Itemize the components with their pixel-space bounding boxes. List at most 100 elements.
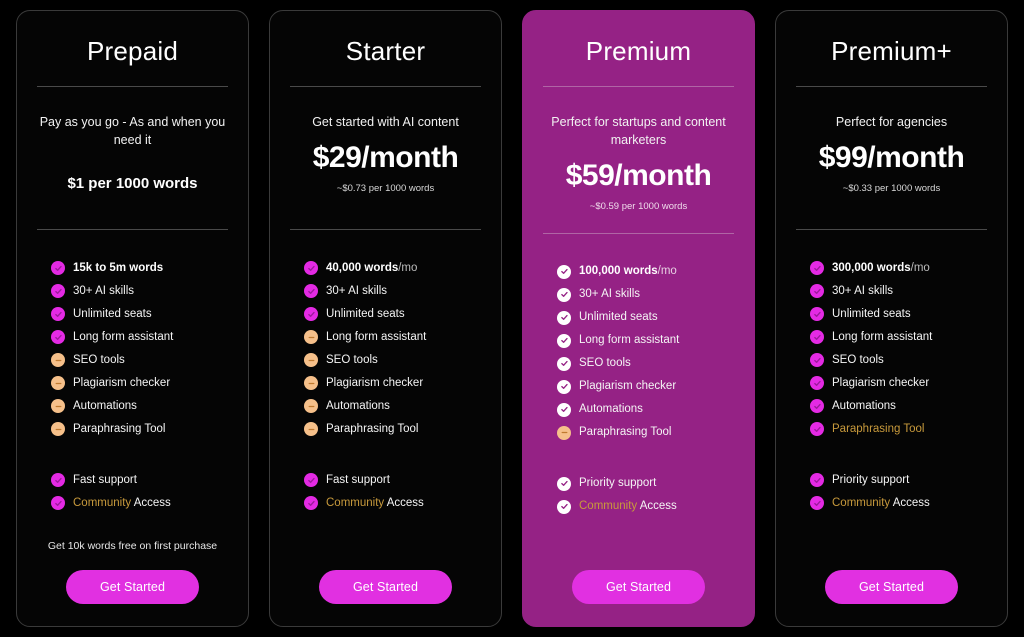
check-icon	[51, 496, 65, 510]
feature-item: Automations	[51, 398, 230, 414]
feature-item: Paraphrasing Tool	[810, 421, 989, 437]
check-icon	[810, 496, 824, 510]
feature-item-label: Long form assistant	[73, 330, 174, 343]
feature-item-label: Automations	[579, 403, 643, 416]
plan-card-prepaid[interactable]: Prepaid Pay as you go - As and when you n…	[16, 10, 249, 627]
feature-item: Long form assistant	[810, 329, 989, 345]
feature-item-label: SEO tools	[326, 353, 378, 366]
feature-item-label: Plagiarism checker	[73, 376, 171, 389]
check-icon	[810, 376, 824, 390]
minus-icon	[51, 376, 65, 390]
feature-item-label: Paraphrasing Tool	[326, 422, 419, 435]
minus-icon	[304, 376, 318, 390]
minus-icon	[304, 330, 318, 344]
feature-item-label: Automations	[832, 399, 896, 412]
feature-item-label: Unlimited seats	[579, 311, 658, 324]
plan-title: Premium	[585, 36, 692, 66]
plan-header: Premium Perfect for startups and content …	[541, 31, 736, 213]
feature-item: SEO tools	[557, 356, 736, 372]
plan-header: Starter Get started with AI content $29/mo…	[288, 31, 483, 209]
plan-cta-wrapper: Get Started	[541, 570, 736, 608]
plan-cta-wrapper: Get Started	[35, 570, 230, 608]
check-icon	[51, 284, 65, 298]
feature-item-label: SEO tools	[73, 353, 125, 366]
get-started-button[interactable]: Get Started	[65, 570, 200, 604]
plan-title: Prepaid	[86, 36, 179, 66]
plan-support-list: Fast support Community Access	[288, 472, 483, 518]
feature-item-label: Paraphrasing Tool	[832, 422, 925, 435]
get-started-button[interactable]: Get Started	[571, 570, 706, 604]
feature-item: Long form assistant	[557, 333, 736, 349]
feature-item: Automations	[557, 402, 736, 418]
check-icon	[557, 499, 571, 514]
support-item-label: Fast support	[73, 473, 137, 486]
check-icon	[304, 307, 318, 321]
feature-item: Long form assistant	[51, 329, 230, 345]
support-item-label: Community Access	[326, 496, 424, 509]
feature-item-label: 40,000 words/mo	[326, 261, 418, 274]
feature-item-label: 30+ AI skills	[579, 288, 641, 301]
plan-feature-list: 300,000 words/mo 30+ AI skills Unlimited s…	[794, 260, 989, 444]
plan-price: $59/month	[565, 158, 712, 192]
minus-icon	[51, 399, 65, 413]
check-icon	[51, 307, 65, 321]
check-icon	[51, 330, 65, 344]
check-icon	[810, 307, 824, 321]
check-icon	[557, 402, 571, 417]
check-icon	[304, 496, 318, 510]
feature-item-label: 300,000 words/mo	[832, 261, 930, 274]
plan-feature-list: 40,000 words/mo 30+ AI skills Unlimited se…	[288, 260, 483, 444]
get-started-button[interactable]: Get Started	[824, 570, 959, 604]
plan-card-premium-plus[interactable]: Premium+ Perfect for agencies $99/month ~$0…	[775, 10, 1008, 627]
check-icon	[810, 422, 824, 436]
feature-item: 30+ AI skills	[557, 287, 736, 303]
support-item-label: Priority support	[579, 477, 657, 490]
plan-tagline: Pay as you go - As and when you need it	[39, 114, 226, 147]
check-icon	[557, 287, 571, 302]
plan-card-premium[interactable]: Premium Perfect for startups and content …	[522, 10, 755, 627]
check-icon	[557, 310, 571, 325]
feature-item: 100,000 words/mo	[557, 264, 736, 280]
plan-price: $99/month	[818, 140, 965, 174]
feature-item: Unlimited seats	[304, 306, 483, 322]
feature-item: Unlimited seats	[557, 310, 736, 326]
check-icon	[304, 473, 318, 487]
feature-item: SEO tools	[810, 352, 989, 368]
feature-item: Plagiarism checker	[557, 379, 736, 395]
feature-item: SEO tools	[304, 352, 483, 368]
get-started-button[interactable]: Get Started	[318, 570, 453, 604]
plan-price: $1 per 1000 words	[67, 174, 198, 192]
header-divider	[37, 85, 228, 87]
support-item: Community Access	[557, 499, 736, 515]
feature-item: Long form assistant	[304, 329, 483, 345]
support-item-label: Priority support	[832, 473, 910, 486]
plan-tagline: Perfect for agencies	[835, 114, 948, 129]
feature-item: Unlimited seats	[810, 306, 989, 322]
plan-card-starter[interactable]: Starter Get started with AI content $29/mo…	[269, 10, 502, 627]
feature-item: 40,000 words/mo	[304, 260, 483, 276]
check-icon	[810, 261, 824, 275]
pricing-plans-grid: Prepaid Pay as you go - As and when you n…	[0, 0, 1024, 637]
plan-support-list: Priority support Community Access	[541, 476, 736, 522]
check-icon	[51, 473, 65, 487]
header-divider	[290, 85, 481, 87]
feature-item-label: 30+ AI skills	[326, 284, 388, 297]
feature-item: Plagiarism checker	[304, 375, 483, 391]
plan-note: Get 10k words free on first purchase	[47, 540, 218, 552]
features-divider	[37, 229, 228, 230]
feature-item-label: Automations	[326, 399, 390, 412]
feature-item: SEO tools	[51, 352, 230, 368]
feature-item-label: Long form assistant	[832, 330, 933, 343]
features-divider	[290, 229, 481, 230]
feature-item-label: Plagiarism checker	[326, 376, 424, 389]
plan-tagline: Get started with AI content	[312, 114, 459, 129]
features-divider	[543, 232, 734, 234]
feature-item-label: Automations	[73, 399, 137, 412]
support-item: Community Access	[51, 495, 230, 511]
check-icon	[557, 476, 571, 491]
minus-icon	[557, 425, 571, 440]
feature-item: Unlimited seats	[51, 306, 230, 322]
support-item: Priority support	[810, 472, 989, 488]
plan-feature-list: 100,000 words/mo 30+ AI skills Unlimited s…	[541, 264, 736, 448]
feature-item-label: Unlimited seats	[832, 307, 911, 320]
